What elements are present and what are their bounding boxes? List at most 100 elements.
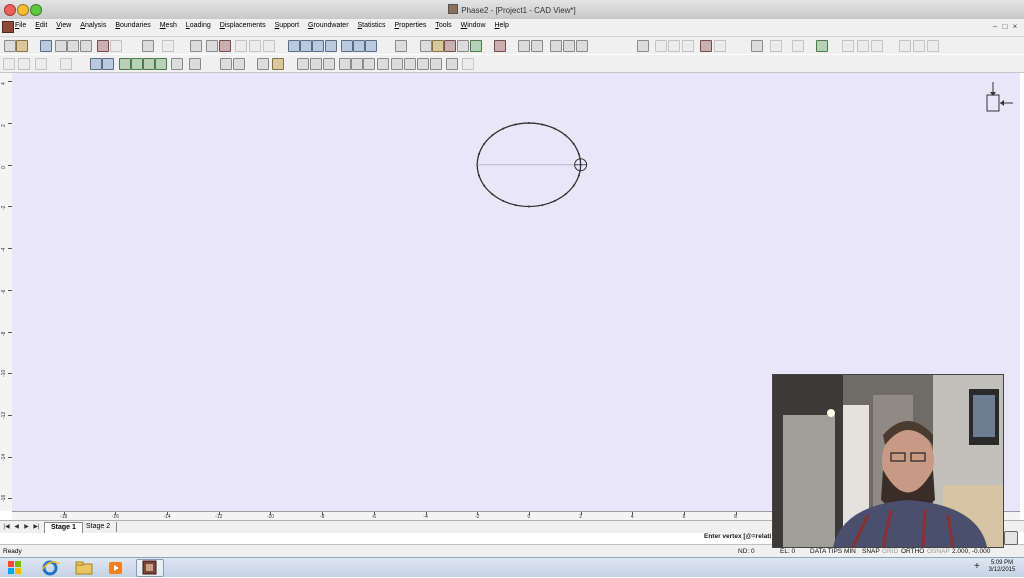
boundary-vertex[interactable] — [491, 134, 494, 137]
boundary-vertex[interactable] — [564, 193, 567, 196]
explorer-taskbar-button[interactable] — [70, 559, 98, 577]
delete-vertex-icon[interactable] — [391, 58, 403, 70]
boundary-vertex[interactable] — [577, 152, 580, 155]
project-settings-icon[interactable] — [97, 40, 109, 52]
toolbar-disabled-c-icon[interactable] — [263, 40, 275, 52]
disabled-rotate-icon[interactable] — [462, 58, 474, 70]
tray-action-center-icon[interactable]: + — [974, 561, 980, 572]
add-boundary-icon[interactable] — [90, 58, 102, 70]
zoom-previous-icon[interactable] — [341, 40, 353, 52]
arc-icon[interactable] — [297, 58, 309, 70]
status-ortho[interactable]: ORTHO — [901, 548, 924, 555]
print-preview-icon[interactable] — [55, 40, 67, 52]
mdi-restore-button[interactable]: □ — [1000, 22, 1010, 31]
boundary-vertex[interactable] — [577, 174, 580, 177]
menu-boundaries[interactable]: Boundaries — [115, 22, 150, 29]
boundary-vertex[interactable] — [572, 184, 575, 187]
triangle-icon[interactable] — [377, 58, 389, 70]
boundary-vertex[interactable] — [527, 205, 530, 208]
piezo-line-icon[interactable] — [155, 58, 167, 70]
ortho-icon[interactable] — [444, 40, 456, 52]
zoom-out-icon[interactable] — [300, 40, 312, 52]
stage-boundary-icon[interactable] — [131, 58, 143, 70]
redo-icon[interactable] — [162, 40, 174, 52]
liner-icon[interactable] — [189, 58, 201, 70]
circle-icon[interactable] — [363, 58, 375, 70]
open-folder-icon[interactable] — [16, 40, 28, 52]
start-button[interactable] — [3, 559, 27, 576]
joint-icon[interactable] — [143, 58, 155, 70]
first-stage-button[interactable]: |◀ — [2, 523, 11, 530]
toolbar-disabled-o-icon[interactable] — [927, 40, 939, 52]
snap-icon[interactable] — [432, 40, 444, 52]
tab-stage-2[interactable]: Stage 2 — [80, 522, 118, 532]
rectangle-icon[interactable] — [339, 58, 351, 70]
toolbar-disabled-n-icon[interactable] — [913, 40, 925, 52]
mesh-icon[interactable] — [494, 40, 506, 52]
menu-mesh[interactable]: Mesh — [160, 22, 177, 29]
scale-icon[interactable] — [446, 58, 458, 70]
boundary-vertex[interactable] — [553, 199, 556, 202]
app-menu-icon[interactable] — [2, 21, 14, 33]
ellipse-icon[interactable] — [351, 58, 363, 70]
toolbar-disabled-f-icon[interactable] — [682, 40, 694, 52]
measure-icon[interactable] — [531, 40, 543, 52]
edit-vertex-icon[interactable] — [35, 58, 47, 70]
menu-loading[interactable]: Loading — [186, 22, 211, 29]
stage-settings-icon[interactable] — [637, 40, 649, 52]
query-icon[interactable] — [518, 40, 530, 52]
boundary-vertex[interactable] — [502, 127, 505, 130]
boundary-vertex[interactable] — [564, 134, 567, 137]
move-vertex-icon[interactable] — [404, 58, 416, 70]
boundary-vertex[interactable] — [483, 142, 486, 145]
menu-displacements[interactable]: Displacements — [220, 22, 266, 29]
toolbar-disabled-i-icon[interactable] — [792, 40, 804, 52]
zoom-extents-icon[interactable] — [353, 40, 365, 52]
menu-statistics[interactable]: Statistics — [357, 22, 385, 29]
interpret-icon[interactable] — [563, 40, 575, 52]
boundary-vertex[interactable] — [483, 184, 486, 187]
menu-view[interactable]: View — [56, 22, 71, 29]
menu-analysis[interactable]: Analysis — [80, 22, 106, 29]
toolbar-disabled-g-icon[interactable] — [714, 40, 726, 52]
status-data-tips[interactable]: DATA TIPS MIN — [810, 548, 856, 555]
view-properties-icon[interactable] — [190, 40, 202, 52]
media-taskbar-button[interactable] — [102, 559, 130, 577]
toolbar-disabled-b-icon[interactable] — [249, 40, 261, 52]
add-material-icon[interactable] — [470, 40, 482, 52]
status-snap[interactable]: SNAP — [862, 548, 880, 555]
boundary-vertex[interactable] — [477, 174, 480, 177]
fillet-icon[interactable] — [323, 58, 335, 70]
next-stage-button[interactable]: ▶ — [22, 523, 31, 530]
fit-view-icon[interactable] — [751, 40, 763, 52]
status-grid[interactable]: GRID — [882, 548, 898, 555]
new-file-icon[interactable] — [4, 40, 16, 52]
toolbar-disabled-d-icon[interactable] — [655, 40, 667, 52]
taskbar-clock[interactable]: 5:09 PM 3/12/2015 — [982, 560, 1022, 574]
hand-tool-icon[interactable] — [395, 40, 407, 52]
toolbar-disabled-e-icon[interactable] — [668, 40, 680, 52]
mdi-close-button[interactable]: × — [1010, 22, 1020, 31]
disabled-edit-icon[interactable] — [60, 58, 72, 70]
phase2-taskbar-button[interactable] — [136, 559, 164, 577]
toolbar-disabled-a-icon[interactable] — [235, 40, 247, 52]
undo-icon[interactable] — [142, 40, 154, 52]
grouping-icon[interactable] — [700, 40, 712, 52]
trim-icon[interactable] — [417, 58, 429, 70]
material-boundary-icon[interactable] — [119, 58, 131, 70]
extend-icon[interactable] — [430, 58, 442, 70]
grid-icon[interactable] — [420, 40, 432, 52]
menu-help[interactable]: Help — [494, 22, 508, 29]
boundary-vertex[interactable] — [541, 204, 544, 207]
table-icon[interactable] — [220, 58, 232, 70]
curve-icon[interactable] — [310, 58, 322, 70]
menu-file[interactable]: File — [15, 22, 26, 29]
tab-stage-1[interactable]: Stage 1 — [44, 522, 83, 533]
toolbar-disabled-l-icon[interactable] — [871, 40, 883, 52]
prev-stage-button[interactable]: ◀ — [12, 523, 21, 530]
ie-taskbar-button[interactable] — [36, 559, 64, 577]
save-icon[interactable] — [40, 40, 52, 52]
boundary-vertex[interactable] — [477, 152, 480, 155]
menu-properties[interactable]: Properties — [394, 22, 426, 29]
toolbar-disabled-k-icon[interactable] — [857, 40, 869, 52]
